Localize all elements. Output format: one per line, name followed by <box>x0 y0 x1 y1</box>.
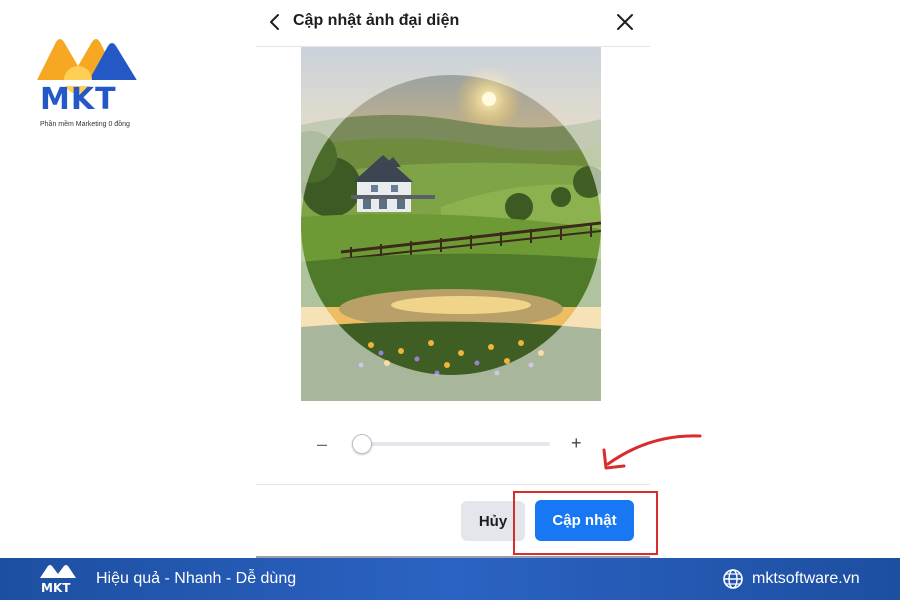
bottom-banner: MKT Hiệu quả - Nhanh - Dễ dùng mktsoftwa… <box>0 558 900 600</box>
logo-text: MKT <box>40 82 117 117</box>
landscape-photo <box>301 47 601 401</box>
zoom-out-button[interactable]: – <box>317 434 327 455</box>
red-arrow-annotation <box>602 434 702 470</box>
chevron-left-icon[interactable] <box>264 10 286 34</box>
svg-text:MKT: MKT <box>41 581 71 595</box>
zoom-slider-handle[interactable] <box>351 434 372 454</box>
website-link[interactable]: mktsoftware.vn <box>752 570 860 588</box>
mkt-small-logo: MKT <box>40 565 76 595</box>
zoom-slider-track[interactable] <box>356 442 550 446</box>
dialog-header: Cập nhật ảnh đại diện <box>256 0 650 47</box>
banner-slogan: Hiệu quả - Nhanh - Dễ dùng <box>96 570 297 587</box>
close-icon[interactable] <box>614 11 636 33</box>
highlight-box <box>513 491 658 555</box>
dialog-title: Cập nhật ảnh đại diện <box>293 12 460 29</box>
logo-tagline: Phần mềm Marketing 0 đồng <box>40 121 130 128</box>
zoom-in-button[interactable]: + <box>571 433 582 454</box>
dialog-footer-divider <box>256 484 650 485</box>
globe-icon <box>723 569 743 589</box>
avatar-crop-area[interactable] <box>301 47 601 401</box>
